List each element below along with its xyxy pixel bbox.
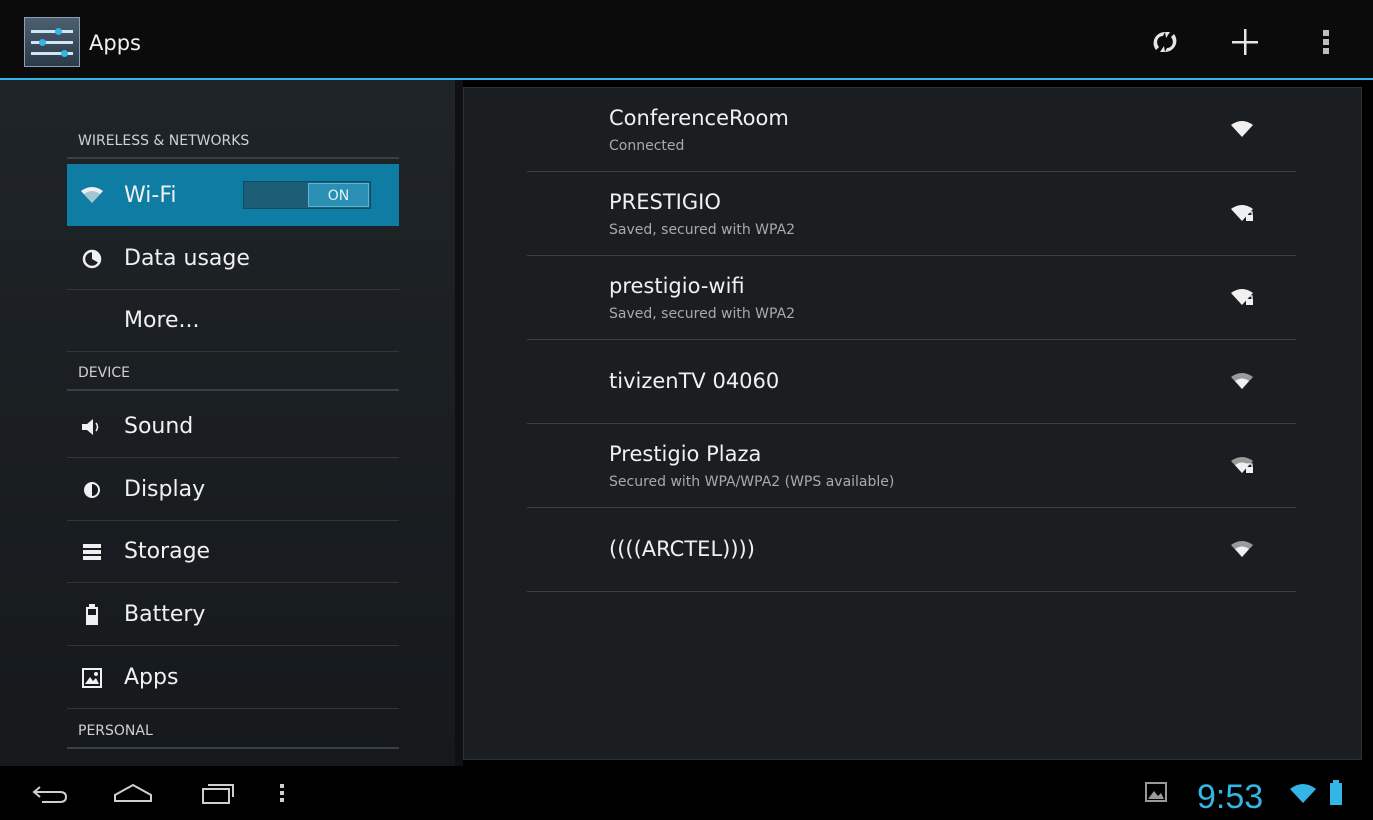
sidebar-item-storage[interactable]: Storage xyxy=(67,521,399,583)
menu-button[interactable] xyxy=(272,778,292,808)
overflow-menu-button[interactable] xyxy=(1306,22,1346,62)
wifi-signal-locked-icon xyxy=(1228,283,1256,311)
sidebar-item-battery[interactable]: Battery xyxy=(67,584,399,646)
wifi-network-row[interactable]: ((((ARCTEL)))) xyxy=(527,508,1296,592)
brightness-icon xyxy=(80,478,104,502)
wifi-status-icon xyxy=(1288,778,1318,808)
speaker-icon xyxy=(80,415,104,439)
battery-icon xyxy=(80,603,104,627)
wifi-signal-icon xyxy=(1228,115,1256,143)
recent-apps-button[interactable] xyxy=(195,778,239,808)
network-name: prestigio-wifi xyxy=(609,274,745,298)
add-network-button[interactable] xyxy=(1225,22,1265,62)
network-status: Secured with WPA/WPA2 (WPS available) xyxy=(609,474,895,490)
sidebar-item-label: Sound xyxy=(124,414,194,439)
network-status: Saved, secured with WPA2 xyxy=(609,306,796,322)
overflow-menu-icon xyxy=(1323,30,1329,54)
back-button[interactable] xyxy=(28,778,72,808)
sidebar-item-display[interactable]: Display xyxy=(67,459,399,521)
wifi-signal-locked-icon xyxy=(1228,451,1256,479)
sidebar-item-more[interactable]: More... xyxy=(67,290,399,352)
wifi-toggle[interactable]: ON xyxy=(243,181,371,209)
wifi-signal-icon xyxy=(1228,367,1256,395)
section-header-wireless: WIRELESS & NETWORKS xyxy=(67,133,399,159)
wifi-network-row[interactable]: prestigio-wifi Saved, secured with WPA2 xyxy=(527,256,1296,340)
sidebar-item-label: Apps xyxy=(124,665,179,690)
screenshot-notification-icon xyxy=(1145,782,1167,802)
back-icon xyxy=(32,786,68,803)
plus-icon xyxy=(1232,29,1258,55)
wifi-signal-locked-icon xyxy=(1228,199,1256,227)
sidebar-item-sound[interactable]: Sound xyxy=(67,396,399,458)
system-bar: 9:53 xyxy=(0,766,1373,820)
home-button[interactable] xyxy=(110,778,156,808)
section-header-device: DEVICE xyxy=(67,365,399,391)
sidebar-item-label: Battery xyxy=(124,602,206,627)
pane-divider xyxy=(455,80,463,766)
sidebar-item-data-usage[interactable]: Data usage xyxy=(67,228,399,290)
apps-icon xyxy=(80,666,104,690)
wps-icon xyxy=(1153,32,1177,52)
network-status: Saved, secured with WPA2 xyxy=(609,222,796,238)
sidebar-item-label: Display xyxy=(124,477,206,502)
data-usage-icon xyxy=(80,247,104,271)
network-name: ConferenceRoom xyxy=(609,106,789,130)
wifi-signal-icon xyxy=(1228,535,1256,563)
storage-icon xyxy=(80,540,104,564)
sidebar-item-label: Storage xyxy=(124,539,211,564)
wifi-network-row[interactable]: tivizenTV 04060 xyxy=(527,340,1296,424)
network-status: Connected xyxy=(609,138,685,154)
screenshot-notification[interactable] xyxy=(1142,778,1172,808)
sidebar-item-label: Wi-Fi xyxy=(124,182,177,208)
home-icon xyxy=(114,783,152,802)
action-bar-title: Apps xyxy=(89,31,141,55)
sidebar-item-apps[interactable]: Apps xyxy=(67,647,399,709)
menu-dots-icon xyxy=(280,784,284,802)
battery-status-icon xyxy=(1326,778,1346,808)
network-name: tivizenTV 04060 xyxy=(609,369,780,393)
toggle-on-label: ON xyxy=(308,183,369,207)
status-clock[interactable]: 9:53 xyxy=(1197,778,1263,817)
sidebar-item-wifi[interactable]: Wi-Fi ON xyxy=(67,164,399,226)
section-header-personal: PERSONAL xyxy=(67,723,399,749)
settings-app-icon[interactable] xyxy=(24,17,80,67)
network-name: Prestigio Plaza xyxy=(609,442,762,466)
wifi-network-row[interactable]: PRESTIGIO Saved, secured with WPA2 xyxy=(527,172,1296,256)
sidebar-item-label: Data usage xyxy=(124,246,250,271)
wifi-icon xyxy=(80,183,104,207)
recent-apps-icon xyxy=(202,784,234,804)
wps-button[interactable] xyxy=(1145,22,1185,62)
wifi-network-row[interactable]: Prestigio Plaza Secured with WPA/WPA2 (W… xyxy=(527,424,1296,508)
network-name: PRESTIGIO xyxy=(609,190,721,214)
sidebar-item-label: More... xyxy=(124,308,200,333)
wifi-network-row[interactable]: ConferenceRoom Connected xyxy=(527,88,1296,172)
action-bar: Apps xyxy=(0,0,1373,80)
network-name: ((((ARCTEL)))) xyxy=(609,537,755,561)
